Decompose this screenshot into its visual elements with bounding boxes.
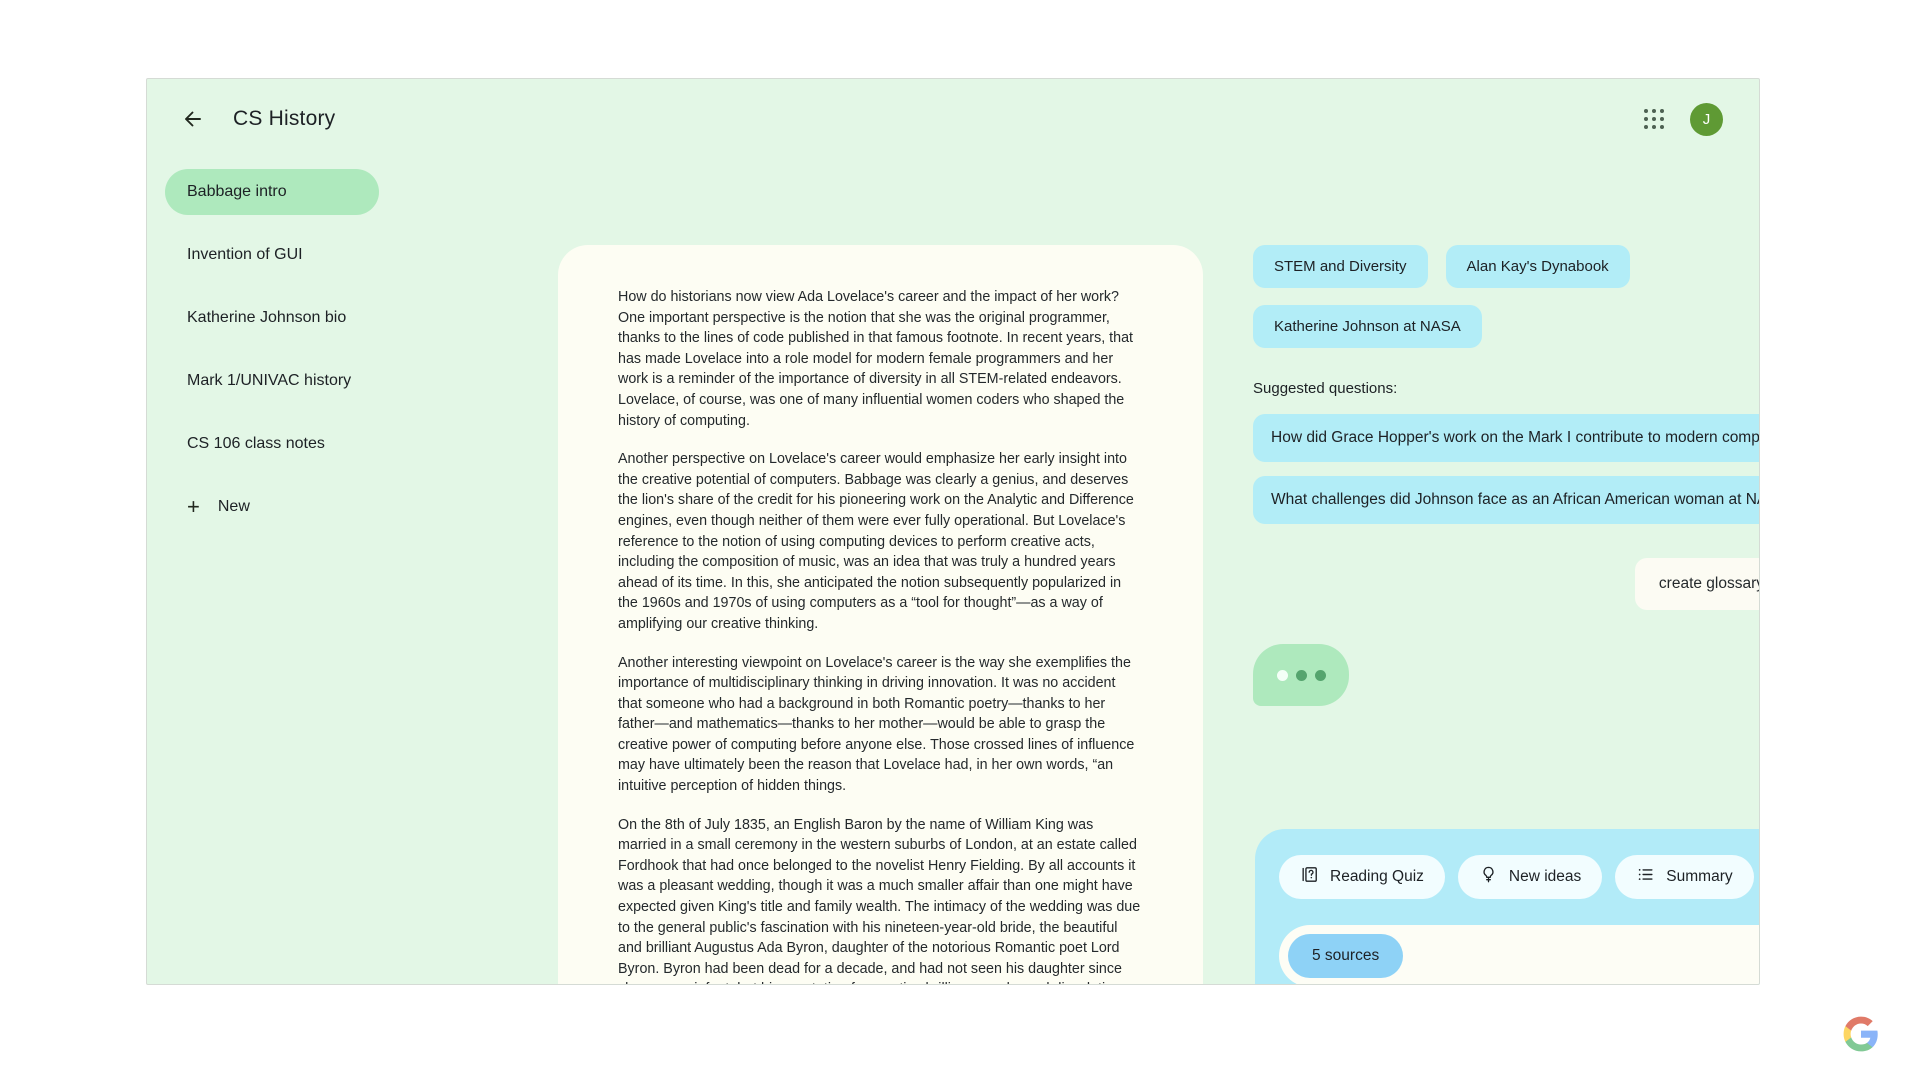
topic-chip-list: STEM and Diversity Alan Kay's Dynabook K… <box>1253 245 1653 348</box>
apps-grid-icon[interactable] <box>1644 109 1664 129</box>
lightbulb-icon <box>1479 865 1498 889</box>
app-header: CS History J <box>147 79 1759 159</box>
summary-label: Summary <box>1666 868 1733 885</box>
sidebar-item-label: Babbage intro <box>187 183 287 200</box>
sidebar-item-invention-of-gui[interactable]: Invention of GUI <box>165 232 379 278</box>
plus-icon: + <box>187 494 200 519</box>
suggested-question-johnson-challenges[interactable]: What challenges did Johnson face as an A… <box>1253 476 1759 524</box>
suggested-question-grace-hopper[interactable]: How did Grace Hopper's work on the Mark … <box>1253 414 1759 462</box>
new-ideas-button[interactable]: New ideas <box>1457 855 1603 899</box>
sidebar-item-katherine-johnson-bio[interactable]: Katherine Johnson bio <box>165 295 379 341</box>
sidebar: Babbage intro Invention of GUI Katherine… <box>147 169 397 530</box>
new-note-button[interactable]: + New <box>165 484 379 530</box>
composer-input-row[interactable]: 5 sources <box>1279 925 1759 984</box>
google-logo-icon <box>1843 1016 1878 1052</box>
topic-chip-katherine-johnson-at-nasa[interactable]: Katherine Johnson at NASA <box>1253 305 1482 348</box>
document-paragraph: How do historians now view Ada Lovelace'… <box>618 289 1134 429</box>
sources-chip[interactable]: 5 sources <box>1288 934 1404 978</box>
reading-quiz-button[interactable]: Reading Quiz <box>1279 855 1445 899</box>
sidebar-item-label: CS 106 class notes <box>187 435 325 452</box>
topic-chip-alan-kays-dynabook[interactable]: Alan Kay's Dynabook <box>1445 245 1630 288</box>
back-arrow-icon[interactable] <box>178 104 208 134</box>
list-icon <box>1636 865 1655 889</box>
topic-chip-stem-and-diversity[interactable]: STEM and Diversity <box>1253 245 1428 288</box>
sidebar-item-label: Invention of GUI <box>187 246 303 263</box>
page-title: CS History <box>233 107 336 130</box>
assistant-typing-indicator <box>1253 644 1349 706</box>
document-card[interactable]: How do historians now view Ada Lovelace'… <box>558 245 1203 984</box>
summary-button[interactable]: Summary <box>1615 855 1754 899</box>
suggested-questions-list: How did Grace Hopper's work on the Mark … <box>1253 414 1759 524</box>
avatar[interactable]: J <box>1690 102 1723 136</box>
user-message-bubble: create glossary for hopper <box>1634 558 1759 610</box>
typing-dot <box>1295 669 1307 681</box>
typing-dot <box>1314 669 1326 681</box>
new-ideas-label: New ideas <box>1508 868 1582 885</box>
header-actions: J <box>1644 102 1723 136</box>
composer-panel: Reading Quiz New ideas Summary 5 sources <box>1255 829 1759 984</box>
sidebar-item-cs-106-class-notes[interactable]: CS 106 class notes <box>165 421 379 467</box>
document-paragraph: Another perspective on Lovelace's career… <box>618 451 1134 632</box>
app-window: CS History J Babbage intro Invention of … <box>146 78 1760 985</box>
new-note-label: New <box>217 498 250 515</box>
typing-dot <box>1276 669 1288 681</box>
composer-action-row: Reading Quiz New ideas Summary <box>1279 855 1759 899</box>
sidebar-item-label: Katherine Johnson bio <box>187 309 347 326</box>
document-paragraph: On the 8th of July 1835, an English Baro… <box>618 816 1141 984</box>
sidebar-item-babbage-intro[interactable]: Babbage intro <box>165 169 379 215</box>
reading-quiz-label: Reading Quiz <box>1330 868 1424 885</box>
sidebar-item-label: Mark 1/UNIVAC history <box>187 372 352 389</box>
document-paragraph: Another interesting viewpoint on Lovelac… <box>618 654 1135 795</box>
suggested-questions-label: Suggested questions: <box>1253 380 1398 397</box>
reading-quiz-icon <box>1300 865 1319 889</box>
sidebar-item-mark-1-univac-history[interactable]: Mark 1/UNIVAC history <box>165 358 379 404</box>
